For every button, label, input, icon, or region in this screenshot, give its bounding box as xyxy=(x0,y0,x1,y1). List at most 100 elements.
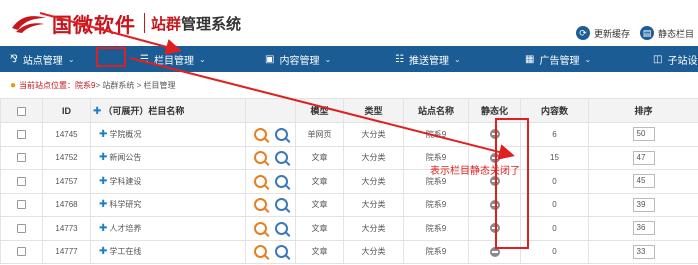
row-actions xyxy=(245,122,296,147)
row-count: 0 xyxy=(520,192,589,217)
table-row[interactable]: 14768 ✚ 科学研究 文章 大分类 院系9 0 39 xyxy=(0,192,698,217)
expand-icon[interactable]: ✚ xyxy=(99,176,107,187)
nav-item-content-management[interactable]: ▣ 内容管理 ⌄ xyxy=(260,46,390,72)
row-template: 文章 xyxy=(295,145,344,170)
expand-icon[interactable]: ✚ xyxy=(99,129,107,140)
static-page-icon: ▤ xyxy=(639,26,654,40)
row-template: 文章 xyxy=(295,169,344,194)
row-name[interactable]: 学工在线 xyxy=(109,247,141,256)
nav-item-substation-settings[interactable]: ◫ 子站设置 xyxy=(647,46,698,72)
nav-item-column-management[interactable]: ☰ 栏目管理 ⌄ xyxy=(130,46,260,72)
preview-icon[interactable] xyxy=(253,198,267,212)
row-select-cell xyxy=(0,239,43,264)
expand-icon[interactable]: ✚ xyxy=(99,152,107,163)
row-site-link[interactable]: 院系9 xyxy=(403,239,469,264)
search-icon[interactable] xyxy=(274,245,288,259)
sort-input[interactable]: 33 xyxy=(632,244,655,259)
header-sort: 排序 xyxy=(588,98,698,123)
nav-item-label: 站点管理 xyxy=(22,55,63,67)
header-name-label: （可展开）栏目名称 xyxy=(103,106,185,116)
sort-input[interactable]: 45 xyxy=(632,174,655,189)
breadcrumb-prefix: 当前站点位置： xyxy=(19,80,76,90)
nav-item-label: 推送管理 xyxy=(408,55,449,67)
row-select-cell xyxy=(0,122,43,147)
expand-icon[interactable]: ✚ xyxy=(99,223,107,234)
static-column-button[interactable]: ▤ 静态栏目 xyxy=(639,26,694,40)
app-window: 国微软件 站群管理系统 ⟳ 更新缓存 ▤ 静态栏目 ⅋ 站点管理 ⌄ ☰ 栏目管… xyxy=(0,0,698,265)
row-checkbox[interactable] xyxy=(17,247,26,257)
row-type: 大分类 xyxy=(343,169,404,194)
row-sort-cell: 36 xyxy=(588,216,698,241)
header-type: 类型 xyxy=(343,98,404,123)
refresh-cache-label: 更新缓存 xyxy=(593,28,630,39)
row-select-cell xyxy=(0,145,43,170)
row-name[interactable]: 新闻公告 xyxy=(109,153,141,162)
breadcrumb-site-link[interactable]: 院系9 xyxy=(75,80,95,91)
table-row[interactable]: 14757 ✚ 学科建设 文章 大分类 院系9 0 45 xyxy=(0,169,698,194)
row-select-cell xyxy=(0,192,43,217)
select-all-checkbox[interactable] xyxy=(17,106,26,116)
row-name-cell: ✚ 人才培养 xyxy=(90,216,246,241)
breadcrumb: ● 当前站点位置： 院系9 > 站群系统 > 栏目管理 xyxy=(10,77,176,93)
system-title-highlight: 站群 xyxy=(151,15,182,33)
row-id: 14745 xyxy=(42,122,91,147)
header-name: ✚ （可展开）栏目名称 xyxy=(90,98,246,123)
table-row[interactable]: 14752 ✚ 新闻公告 文章 大分类 院系9 15 47 xyxy=(0,145,698,170)
search-icon[interactable] xyxy=(274,198,288,212)
row-actions xyxy=(245,169,296,194)
row-site-link[interactable]: 院系9 xyxy=(403,192,469,217)
preview-icon[interactable] xyxy=(253,151,267,165)
push-icon: ☷ xyxy=(395,53,404,65)
row-name[interactable]: 学院概况 xyxy=(109,130,141,139)
header-actions: ⟳ 更新缓存 ▤ 静态栏目 xyxy=(566,26,694,40)
sort-input[interactable]: 39 xyxy=(632,197,655,212)
row-select-cell xyxy=(0,216,43,241)
table-row[interactable]: 14745 ✚ 学院概况 单网页 大分类 院系9 6 50 xyxy=(0,122,698,147)
header: 国微软件 站群管理系统 ⟳ 更新缓存 ▤ 静态栏目 xyxy=(0,0,698,46)
table-body: 14745 ✚ 学院概况 单网页 大分类 院系9 6 50 14752 ✚ 新闻公告 文章 大分类 院系9… xyxy=(0,122,698,264)
row-checkbox[interactable] xyxy=(17,200,26,210)
annotation-nav-highlight xyxy=(96,47,126,67)
preview-icon[interactable] xyxy=(253,174,267,188)
expand-all-icon[interactable]: ✚ xyxy=(93,106,101,117)
preview-icon[interactable] xyxy=(253,245,267,259)
search-icon[interactable] xyxy=(274,151,288,165)
row-site-link[interactable]: 院系9 xyxy=(403,122,469,147)
preview-icon[interactable] xyxy=(253,221,267,235)
expand-icon[interactable]: ✚ xyxy=(99,199,107,210)
table-row[interactable]: 14777 ✚ 学工在线 文章 大分类 院系9 0 33 xyxy=(0,239,698,264)
row-name[interactable]: 科学研究 xyxy=(109,200,141,209)
annotation-text: 表示栏目静态关闭了 xyxy=(430,166,520,177)
row-checkbox[interactable] xyxy=(17,176,26,186)
content-icon: ▣ xyxy=(265,53,275,65)
row-checkbox[interactable] xyxy=(17,153,26,163)
nav-item-ad-management[interactable]: ▦ 广告管理 ⌄ xyxy=(520,46,647,72)
row-name[interactable]: 学科建设 xyxy=(109,177,141,186)
search-icon[interactable] xyxy=(274,127,288,141)
static-column-label: 静态栏目 xyxy=(657,28,694,39)
row-id: 14752 xyxy=(42,145,91,170)
row-name[interactable]: 人才培养 xyxy=(109,224,141,233)
table-row[interactable]: 14773 ✚ 人才培养 文章 大分类 院系9 0 36 xyxy=(0,216,698,241)
row-checkbox[interactable] xyxy=(17,223,26,233)
row-sort-cell: 50 xyxy=(588,122,698,147)
nav-item-push-management[interactable]: ☷ 推送管理 ⌄ xyxy=(390,46,520,72)
row-site-link[interactable]: 院系9 xyxy=(403,216,469,241)
sort-input[interactable]: 50 xyxy=(632,127,655,142)
row-count: 0 xyxy=(520,216,589,241)
row-name-cell: ✚ 学院概况 xyxy=(90,122,246,147)
row-name-cell: ✚ 学科建设 xyxy=(90,169,246,194)
row-checkbox[interactable] xyxy=(17,129,26,139)
refresh-cache-button[interactable]: ⟳ 更新缓存 xyxy=(575,26,630,40)
brand-divider xyxy=(144,13,145,33)
preview-icon[interactable] xyxy=(253,127,267,141)
sort-input[interactable]: 47 xyxy=(632,150,655,165)
substation-icon: ◫ xyxy=(653,53,663,65)
search-icon[interactable] xyxy=(274,174,288,188)
search-icon[interactable] xyxy=(274,221,288,235)
expand-icon[interactable]: ✚ xyxy=(99,246,107,257)
row-template: 文章 xyxy=(295,192,344,217)
sort-input[interactable]: 36 xyxy=(632,221,655,236)
header-actions xyxy=(245,98,296,123)
row-count: 6 xyxy=(520,122,589,147)
